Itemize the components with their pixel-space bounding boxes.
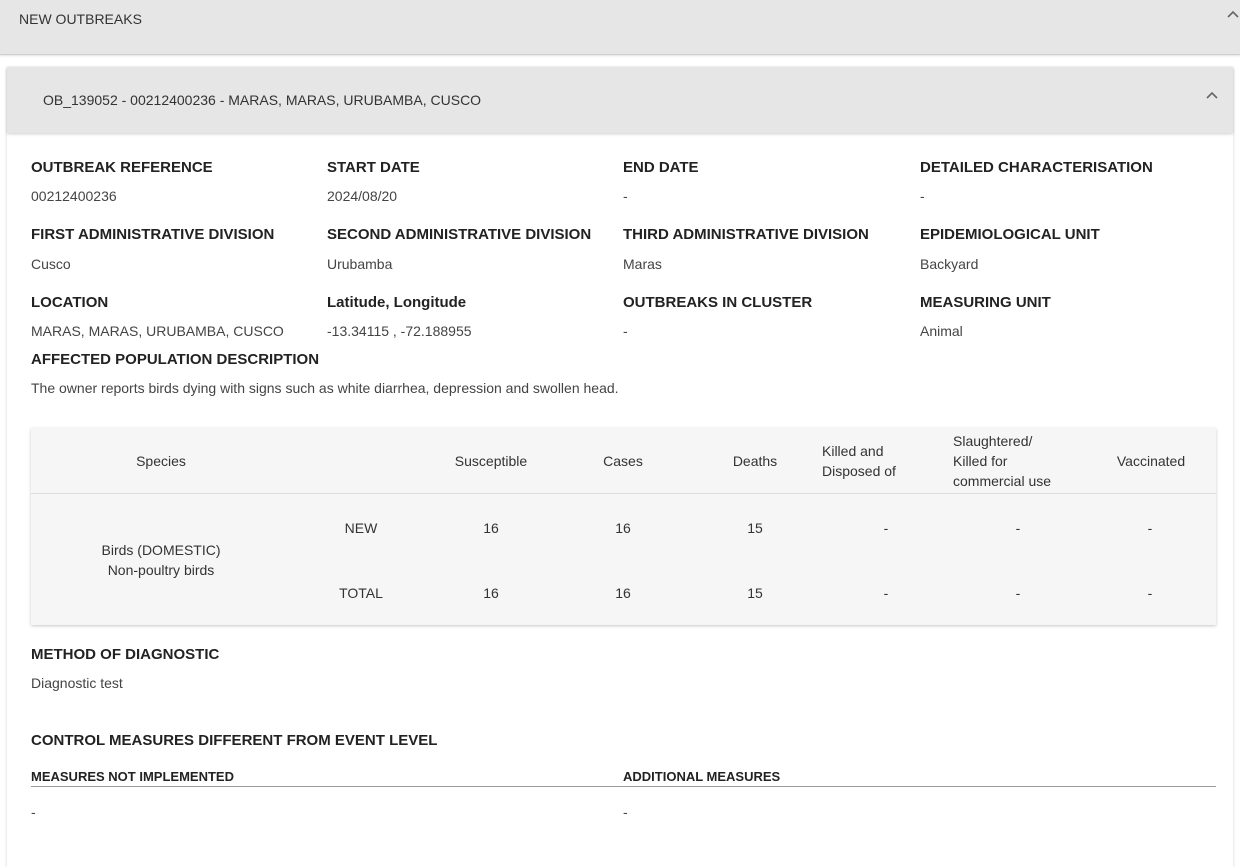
location-label: LOCATION (31, 294, 109, 311)
detailed-characterisation-value: - (920, 188, 925, 204)
additional-measures-value: - (623, 804, 628, 820)
measuring-unit-label: MEASURING UNIT (920, 294, 1051, 311)
row-type-new: NEW (344, 520, 378, 536)
total-slaughtered: - (1015, 585, 1021, 601)
header-vaccinated: Vaccinated (1116, 453, 1186, 469)
total-susceptible: 16 (483, 585, 499, 601)
outbreak-panel-header[interactable]: OB_139052 - 00212400236 - MARAS, MARAS, … (7, 67, 1233, 133)
species-subtype: Non-poultry birds (107, 562, 215, 578)
row-type-total: TOTAL (339, 585, 383, 601)
total-vaccinated: - (1147, 585, 1153, 601)
measures-not-implemented-label: MEASURES NOT IMPLEMENTED (31, 769, 234, 784)
new-susceptible: 16 (483, 520, 499, 536)
additional-measures-label: ADDITIONAL MEASURES (623, 769, 781, 784)
new-outbreaks-panel-header[interactable]: NEW OUTBREAKS (0, 0, 1240, 55)
outbreak-reference-value: 00212400236 (31, 188, 117, 204)
measuring-unit-value: Animal (920, 323, 963, 339)
new-slaughtered: - (1015, 520, 1021, 536)
species-name: Birds (DOMESTIC) (101, 542, 221, 558)
first-admin-division-label: FIRST ADMINISTRATIVE DIVISION (31, 226, 275, 243)
header-slaughtered-line2: Killed for (953, 453, 1008, 469)
first-admin-division-value: Cusco (31, 256, 71, 272)
new-vaccinated: - (1147, 520, 1153, 536)
new-killed: - (883, 520, 889, 536)
chevron-up-icon[interactable] (1226, 6, 1240, 22)
third-admin-division-value: Maras (623, 256, 662, 272)
third-admin-division-label: THIRD ADMINISTRATIVE DIVISION (623, 226, 869, 243)
new-cases: 16 (615, 520, 631, 536)
species-cell: Birds (DOMESTIC) Non-poultry birds (71, 540, 251, 580)
header-susceptible: Susceptible (454, 453, 528, 469)
lat-long-label: Latitude, Longitude (327, 294, 467, 311)
header-deaths: Deaths (732, 453, 778, 469)
measures-divider (31, 786, 1216, 787)
table-header-divider (31, 493, 1216, 494)
end-date-label: END DATE (623, 159, 699, 176)
total-deaths: 15 (747, 585, 763, 601)
start-date-label: START DATE (327, 159, 420, 176)
header-slaughtered: Slaughtered/ Killed for commercial use (953, 431, 1083, 491)
new-outbreaks-title: NEW OUTBREAKS (19, 11, 142, 27)
outbreak-card: OB_139052 - 00212400236 - MARAS, MARAS, … (7, 67, 1233, 867)
header-cases: Cases (603, 453, 643, 469)
header-killed-line2: Disposed of (822, 463, 896, 479)
header-killed-line1: Killed and (822, 443, 884, 459)
outbreak-reference-label: OUTBREAK REFERENCE (31, 159, 213, 176)
header-species: Species (136, 453, 186, 469)
affected-population-label: AFFECTED POPULATION DESCRIPTION (31, 351, 320, 368)
location-value: MARAS, MARAS, URUBAMBA, CUSCO (31, 323, 284, 339)
end-date-value: - (623, 188, 628, 204)
total-cases: 16 (615, 585, 631, 601)
second-admin-division-value: Urubamba (327, 256, 393, 272)
measures-not-implemented-value: - (31, 804, 36, 820)
control-measures-label: CONTROL MEASURES DIFFERENT FROM EVENT LE… (31, 732, 438, 749)
detailed-characterisation-label: DETAILED CHARACTERISATION (920, 159, 1153, 176)
population-table: Species Susceptible Cases Deaths Killed … (31, 428, 1216, 625)
total-killed: - (883, 585, 889, 601)
epidemiological-unit-label: EPIDEMIOLOGICAL UNIT (920, 226, 1100, 243)
method-of-diagnostic-value: Diagnostic test (31, 675, 123, 691)
outbreak-title: OB_139052 - 00212400236 - MARAS, MARAS, … (43, 92, 482, 108)
new-deaths: 15 (747, 520, 763, 536)
lat-long-value: -13.34115 , -72.188955 (327, 323, 472, 339)
chevron-up-icon[interactable] (1205, 87, 1219, 105)
outbreaks-in-cluster-label: OUTBREAKS IN CLUSTER (623, 294, 813, 311)
header-slaughtered-line3: commercial use (953, 473, 1052, 489)
method-of-diagnostic-label: METHOD OF DIAGNOSTIC (31, 646, 220, 663)
header-killed: Killed and Disposed of (822, 441, 942, 481)
affected-population-value: The owner reports birds dying with signs… (31, 380, 619, 396)
outbreaks-in-cluster-value: - (623, 323, 628, 339)
epidemiological-unit-value: Backyard (920, 256, 979, 272)
header-slaughtered-line1: Slaughtered/ (953, 433, 1033, 449)
start-date-value: 2024/08/20 (327, 188, 398, 204)
second-admin-division-label: SECOND ADMINISTRATIVE DIVISION (327, 226, 592, 243)
